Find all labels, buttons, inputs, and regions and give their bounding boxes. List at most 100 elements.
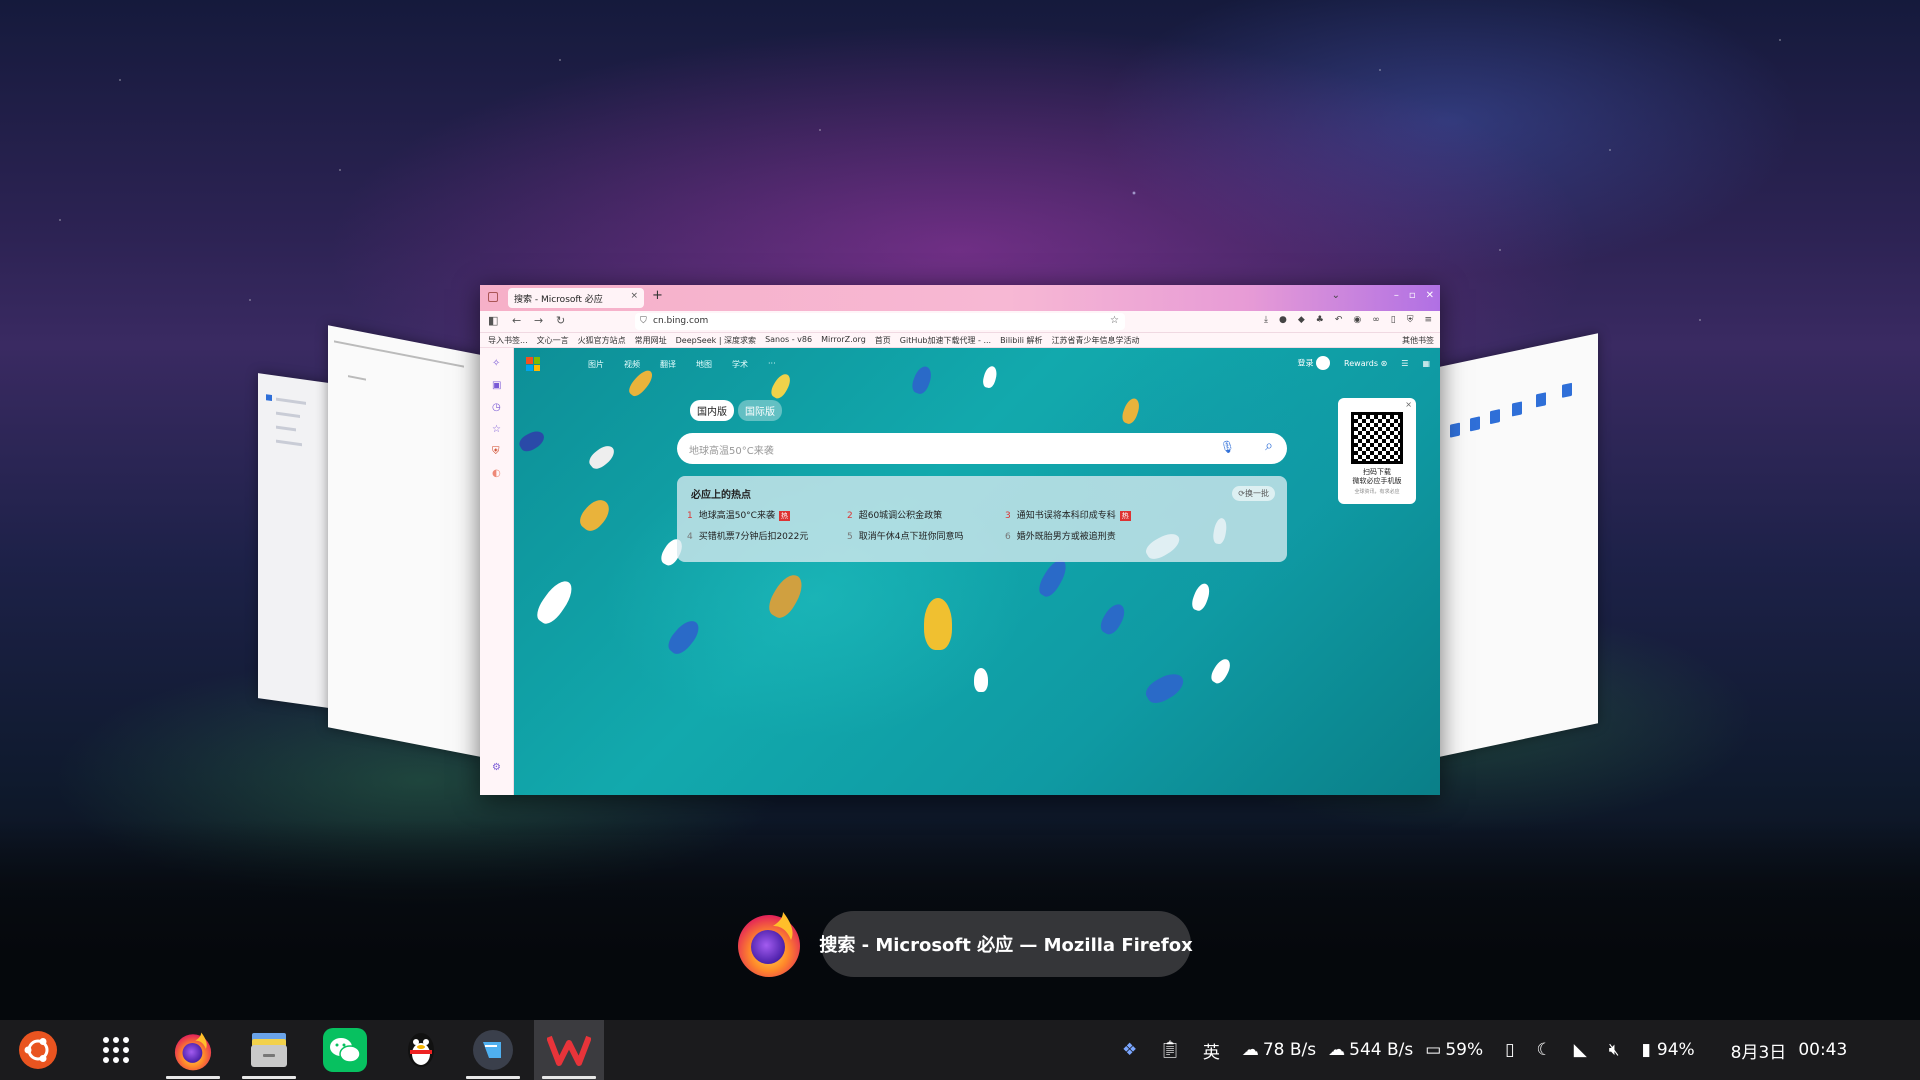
- forward-icon[interactable]: →: [534, 314, 543, 327]
- tab-close-icon[interactable]: ×: [630, 291, 638, 301]
- shield-icon[interactable]: ⛨: [1407, 315, 1414, 325]
- menu-icon[interactable]: ≡: [1424, 315, 1432, 325]
- background-window-editor[interactable]: [328, 325, 480, 757]
- background-window-writer[interactable]: [258, 373, 328, 708]
- bing-nav-item[interactable]: 学术: [732, 359, 748, 370]
- microphone-icon[interactable]: 🎙︎: [1220, 440, 1235, 454]
- trending-item[interactable]: 3 通知书误将本科印成专科热: [1005, 508, 1131, 521]
- taskbar-qq[interactable]: [386, 1020, 456, 1080]
- extension-icon[interactable]: ∞: [1372, 315, 1380, 325]
- close-icon[interactable]: ✕: [1426, 290, 1434, 301]
- url-bar[interactable]: ⛉ cn.bing.com ☆: [635, 313, 1125, 330]
- tab-list-icon[interactable]: [488, 292, 498, 302]
- gear-icon[interactable]: ⚙: [492, 762, 501, 773]
- shield-icon[interactable]: ⛨: [492, 446, 500, 457]
- volume-muted-icon[interactable]: 🔇︎: [1609, 1040, 1620, 1060]
- minimize-icon[interactable]: –: [1394, 290, 1399, 301]
- bing-nav-item[interactable]: 地图: [696, 359, 712, 370]
- hamburger-icon[interactable]: ☰: [1401, 359, 1408, 368]
- tab-active[interactable]: 搜索 - Microsoft 必应 ×: [508, 288, 644, 308]
- taskbar-wps[interactable]: [534, 1020, 604, 1080]
- tab-bar: 搜索 - Microsoft 必应 × + ⌄ – ▫ ✕: [480, 285, 1440, 311]
- phone-icon[interactable]: ▯: [1505, 1040, 1514, 1060]
- background-window-files[interactable]: [1440, 333, 1598, 757]
- bookmark-item[interactable]: 江苏省青少年信息学活动: [1052, 335, 1140, 345]
- trending-item[interactable]: 4 买错机票7分钟后扣2022元: [687, 529, 808, 542]
- bookmark-item[interactable]: 火狐官方站点: [578, 335, 626, 345]
- trending-item[interactable]: 2 超60城调公积金政策: [847, 508, 942, 521]
- bookmark-item[interactable]: DeepSeek | 深度求索: [676, 335, 756, 345]
- trending-item[interactable]: 1 地球高温50°C来袭热: [687, 508, 790, 521]
- maximize-icon[interactable]: ▫: [1409, 290, 1416, 301]
- ai-icon[interactable]: ✧: [492, 358, 500, 369]
- clipboard-icon[interactable]: 📋︎: [1159, 1040, 1181, 1060]
- bing-nav-item[interactable]: ···: [768, 359, 776, 370]
- bookmark-item[interactable]: Sanos - v86: [765, 335, 812, 345]
- cpu-usage[interactable]: 59%: [1445, 1040, 1483, 1060]
- download-icon[interactable]: ⤓: [1264, 315, 1268, 325]
- chevron-down-icon[interactable]: ⌄: [1332, 290, 1340, 301]
- login-link[interactable]: 登录: [1298, 356, 1331, 370]
- bing-nav-item[interactable]: 视频: [624, 359, 640, 370]
- extension-icon[interactable]: ♣: [1316, 315, 1324, 325]
- bookmark-item[interactable]: 首页: [875, 335, 891, 345]
- bing-nav-item[interactable]: 图片: [588, 359, 604, 370]
- taskbar-editor[interactable]: [458, 1020, 528, 1080]
- taskbar-wechat[interactable]: [310, 1020, 380, 1080]
- firefox-window[interactable]: 搜索 - Microsoft 必应 × + ⌄ – ▫ ✕ ◧ ← → ↻ ⛉ …: [480, 285, 1440, 795]
- input-method[interactable]: 英: [1203, 1038, 1220, 1063]
- bing-nav-item[interactable]: 翻译: [660, 359, 676, 370]
- taskbar-firefox[interactable]: [158, 1020, 228, 1080]
- app-grid-button[interactable]: [88, 1020, 144, 1080]
- search-icon[interactable]: ⌕: [1265, 438, 1273, 454]
- refresh-button[interactable]: ⟳换一批: [1232, 486, 1275, 501]
- apps-grid-icon[interactable]: ▦: [1422, 359, 1430, 368]
- tab-domestic[interactable]: 国内版: [690, 400, 734, 421]
- qr-line3: 全球资讯，有求必应: [1354, 489, 1400, 495]
- trending-title: 必应上的热点: [691, 490, 751, 501]
- new-tab-button[interactable]: +: [652, 288, 663, 303]
- undo-icon[interactable]: ↶: [1335, 315, 1343, 325]
- extension-icon[interactable]: ◉: [1353, 315, 1361, 325]
- bookmark-item[interactable]: MirrorZ.org: [821, 335, 866, 345]
- hot-badge: 热: [778, 511, 790, 521]
- download-speed[interactable]: 544 B/s: [1349, 1040, 1413, 1060]
- bookmark-item[interactable]: GitHub加速下载代理 - ...: [900, 335, 991, 345]
- extension-icon[interactable]: ◐: [492, 468, 501, 479]
- bookmark-item[interactable]: 导入书签...: [488, 335, 528, 345]
- upload-speed[interactable]: 78 B/s: [1263, 1040, 1316, 1060]
- app-tray-icon[interactable]: ❖: [1122, 1040, 1137, 1060]
- bookmarks-icon[interactable]: ☆: [492, 424, 501, 435]
- trending-item[interactable]: 5 取消午休4点下班你同意吗: [847, 529, 963, 542]
- bookmark-item[interactable]: 常用网址: [635, 335, 667, 345]
- other-bookmarks[interactable]: 其他书签: [1398, 335, 1434, 346]
- trending-rank: 3: [1005, 511, 1011, 521]
- date[interactable]: 8月3日: [1731, 1038, 1787, 1063]
- extension-icon[interactable]: ◆: [1298, 315, 1305, 325]
- bookmark-item[interactable]: Bilibili 解析: [1000, 335, 1042, 345]
- sidebar-toggle-icon[interactable]: ◧: [488, 314, 498, 327]
- rewards-link[interactable]: Rewards ⊛: [1344, 359, 1387, 368]
- battery-level[interactable]: 94%: [1657, 1040, 1695, 1060]
- back-icon[interactable]: ←: [512, 314, 521, 327]
- sync-icon[interactable]: ▣: [492, 380, 501, 391]
- search-input[interactable]: 地球高温50°C来袭 🎙︎ ⌕: [677, 433, 1287, 464]
- ubuntu-menu-button[interactable]: [10, 1020, 66, 1080]
- extension-icon[interactable]: ●: [1279, 315, 1287, 325]
- app-icon: [266, 394, 272, 402]
- history-icon[interactable]: ◷: [492, 402, 501, 413]
- night-mode-icon[interactable]: ☾: [1536, 1040, 1551, 1060]
- microsoft-logo[interactable]: [526, 357, 540, 371]
- extension-icon[interactable]: ▯: [1391, 315, 1396, 325]
- close-icon[interactable]: ×: [1405, 400, 1412, 409]
- trending-item[interactable]: 6 婚外既胎男方或被追刑责: [1005, 529, 1116, 542]
- wifi-icon[interactable]: ◣: [1574, 1040, 1587, 1060]
- clock[interactable]: 00:43: [1798, 1040, 1847, 1060]
- qr-line1: 扫码下载: [1363, 468, 1391, 476]
- app-download-qr-card[interactable]: × 扫码下载 微软必应手机版 全球资讯，有求必应: [1338, 398, 1416, 504]
- reload-icon[interactable]: ↻: [556, 314, 565, 327]
- bookmark-item[interactable]: 文心一言: [537, 335, 569, 345]
- taskbar-files[interactable]: [234, 1020, 304, 1080]
- bookmark-star-icon[interactable]: ☆: [1110, 315, 1119, 326]
- tab-international[interactable]: 国际版: [738, 400, 782, 421]
